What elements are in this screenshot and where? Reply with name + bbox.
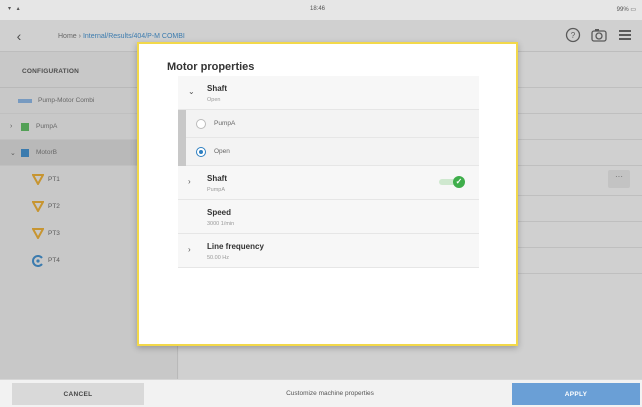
- property-label: Shaft: [207, 84, 227, 93]
- option-accent-bar: [178, 138, 186, 166]
- chevron-right-icon[interactable]: ›: [188, 177, 191, 186]
- radio-button-selected[interactable]: [196, 147, 206, 157]
- dialog-title: Motor properties: [167, 61, 255, 73]
- option-pumpa[interactable]: PumpA: [178, 110, 479, 138]
- property-value: 3000 1/min: [207, 221, 235, 227]
- chevron-down-icon[interactable]: ⌄: [188, 87, 195, 96]
- shaft-toggle[interactable]: ✓: [439, 176, 465, 188]
- battery-level: 99%: [616, 7, 629, 13]
- signal-icon: ▾ ▴: [8, 6, 22, 12]
- property-list: ⌄ Shaft Open PumpA Open › Shaft PumpA ✓ …: [178, 76, 479, 268]
- status-bar: ▾ ▴ 18:46 99% ▭: [0, 0, 642, 20]
- property-shaft-expanded[interactable]: ⌄ Shaft Open: [178, 76, 479, 110]
- apply-button[interactable]: APPLY: [512, 383, 640, 405]
- property-shaft[interactable]: › Shaft PumpA ✓: [178, 166, 479, 200]
- property-label: Shaft: [207, 174, 227, 183]
- bottom-bar: CANCEL Customize machine properties APPL…: [0, 379, 642, 407]
- property-speed[interactable]: Speed 3000 1/min: [178, 200, 479, 234]
- property-line-frequency[interactable]: › Line frequency 50.00 Hz: [178, 234, 479, 268]
- option-accent-bar: [178, 110, 186, 138]
- property-label: Speed: [207, 208, 232, 217]
- cancel-button[interactable]: CANCEL: [12, 383, 144, 405]
- property-value: PumpA: [207, 187, 226, 193]
- property-value: 50.00 Hz: [207, 255, 230, 261]
- option-label: Open: [214, 148, 230, 155]
- property-label: Line frequency: [207, 242, 264, 251]
- radio-button[interactable]: [196, 119, 206, 129]
- option-label: PumpA: [214, 120, 236, 127]
- option-open[interactable]: Open: [178, 138, 479, 166]
- status-time: 18:46: [310, 6, 326, 12]
- battery-indicator: 99% ▭: [616, 7, 636, 13]
- bottom-title: Customize machine properties: [286, 390, 374, 397]
- chevron-right-icon[interactable]: ›: [188, 245, 191, 254]
- check-icon: ✓: [453, 176, 465, 188]
- property-value: Open: [207, 97, 221, 103]
- motor-properties-dialog: Motor properties ⌄ Shaft Open PumpA Open…: [137, 42, 518, 346]
